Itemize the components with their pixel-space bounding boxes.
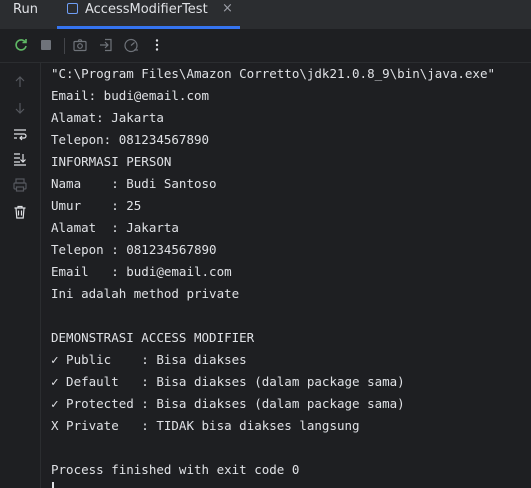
print-icon[interactable]: [11, 176, 29, 194]
console-line: Nama : Budi Santoso: [51, 176, 217, 191]
trash-icon[interactable]: [11, 203, 29, 221]
rerun-icon[interactable]: [12, 36, 30, 54]
console-line: ✓ Public : Bisa diakses: [51, 352, 247, 367]
console-line: Alamat : Jakarta: [51, 220, 179, 235]
console-output[interactable]: "C:\Program Files\Amazon Corretto\jdk21.…: [51, 63, 531, 488]
console-line: Ini adalah method private: [51, 286, 240, 301]
console-line: X Private : TIDAK bisa diakses langsung: [51, 418, 360, 433]
scroll-to-end-icon[interactable]: [11, 150, 29, 168]
stop-icon[interactable]: [37, 36, 55, 54]
arrow-down-icon[interactable]: [11, 99, 29, 117]
tab-access-modifier-test[interactable]: AccessModifierTest ×: [57, 0, 240, 29]
run-tool-window-title: Run: [13, 2, 38, 17]
console-line: Process finished with exit code 0: [51, 462, 300, 477]
run-toolbar: [0, 29, 531, 63]
console-gutter: [0, 63, 41, 488]
screenshot-icon[interactable]: [71, 36, 89, 54]
run-tool-window-header: Run AccessModifierTest ×: [0, 0, 531, 29]
console-line: Email: budi@email.com: [51, 88, 210, 103]
console-line: "C:\Program Files\Amazon Corretto\jdk21.…: [51, 66, 496, 81]
text-cursor: [52, 482, 54, 488]
soft-wrap-icon[interactable]: [11, 125, 29, 143]
toolbar-divider: [64, 38, 65, 54]
gauge-icon[interactable]: [122, 36, 140, 54]
close-tab-icon[interactable]: ×: [222, 0, 233, 17]
tab-title: AccessModifierTest: [85, 2, 208, 17]
console-line: Email : budi@email.com: [51, 264, 232, 279]
console-line: Alamat: Jakarta: [51, 110, 164, 125]
login-icon[interactable]: [97, 36, 115, 54]
console-line: Umur : 25: [51, 198, 142, 213]
console-line: Telepon : 081234567890: [51, 242, 217, 257]
console-line: INFORMASI PERSON: [51, 154, 172, 169]
console-line: Telepon: 081234567890: [51, 132, 210, 147]
run-configuration-icon: [67, 3, 78, 14]
console-line: ✓ Default : Bisa diakses (dalam package …: [51, 374, 405, 389]
arrow-up-icon[interactable]: [11, 73, 29, 91]
console-line: DEMONSTRASI ACCESS MODIFIER: [51, 330, 255, 345]
console-line: ✓ Protected : Bisa diakses (dalam packag…: [51, 396, 405, 411]
more-vertical-icon[interactable]: [148, 36, 166, 54]
